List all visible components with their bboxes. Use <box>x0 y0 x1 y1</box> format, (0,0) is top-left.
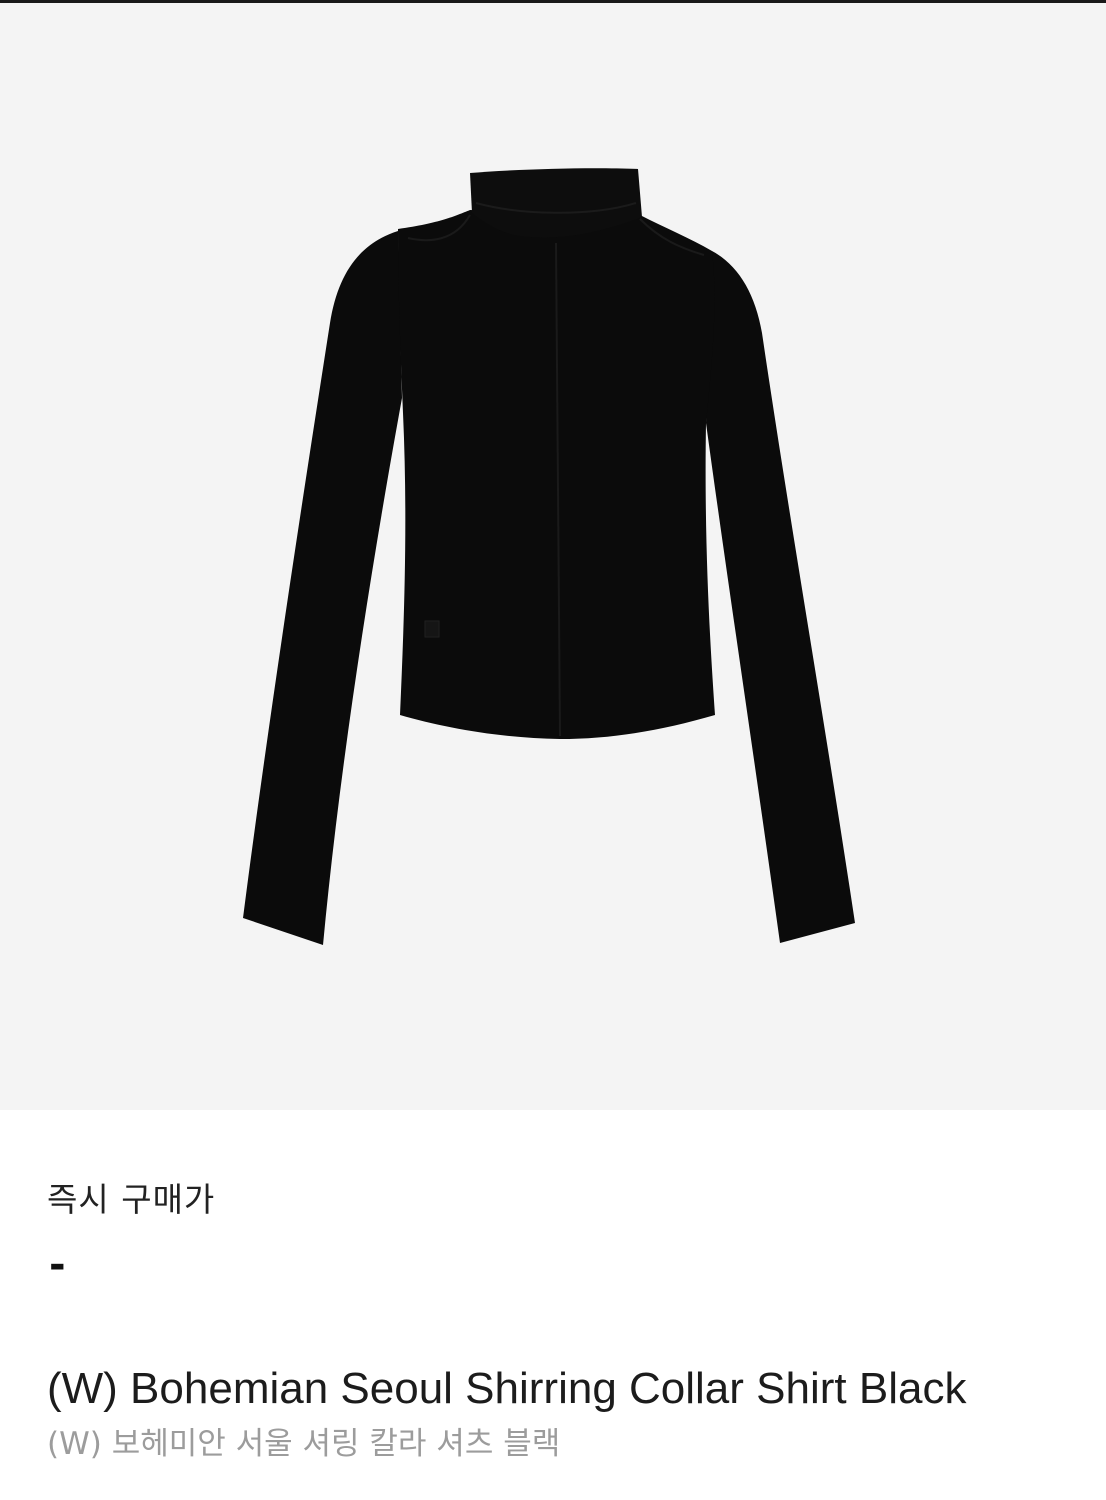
instant-buy-price-value: - <box>49 1242 66 1288</box>
product-detail-page: 즉시 구매가 - (W) Bohemian Seoul Shirring Col… <box>0 0 1106 1500</box>
left-sleeve <box>243 231 402 945</box>
product-name-korean: (W) 보헤미안 서울 셔링 칼라 셔츠 블랙 <box>47 1426 561 1462</box>
shirt-illustration <box>243 168 855 945</box>
right-sleeve <box>706 251 855 943</box>
product-name-english: (W) Bohemian Seoul Shirring Collar Shirt… <box>47 1364 967 1413</box>
product-image[interactable] <box>0 3 1106 1110</box>
logo-patch <box>424 620 440 638</box>
instant-buy-price-label: 즉시 구매가 <box>47 1180 216 1219</box>
